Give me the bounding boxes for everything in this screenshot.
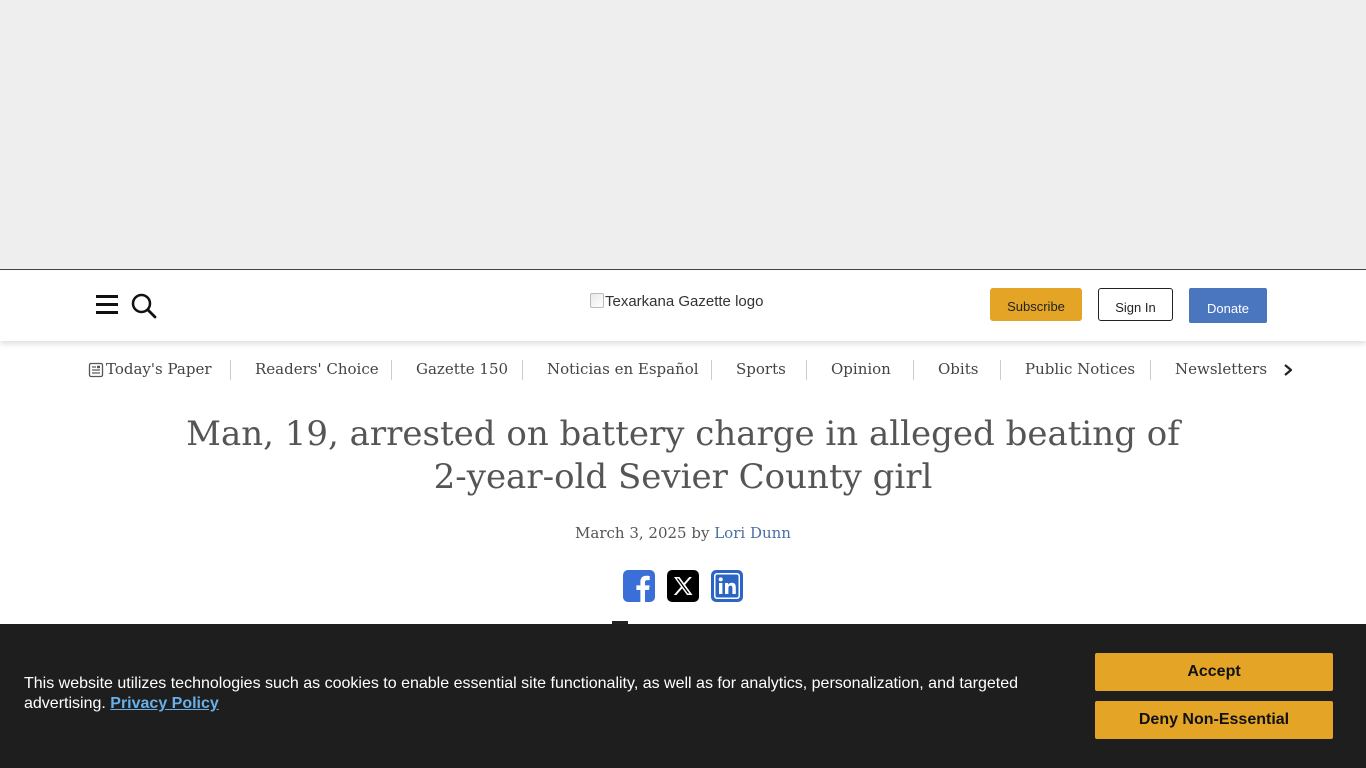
nav-item-sports[interactable]: Sports — [736, 360, 786, 378]
site-logo[interactable]: Texarkana Gazette logo — [590, 293, 763, 310]
section-nav: Today's Paper Readers' Choice Gazette 15… — [0, 350, 1366, 390]
article-headline: Man, 19, arrested on battery charge in a… — [186, 414, 1180, 497]
nav-item-readers-choice[interactable]: Readers' Choice — [255, 360, 379, 378]
cookie-message: This website utilizes technologies such … — [24, 674, 1054, 714]
nav-divider — [391, 360, 392, 380]
accept-cookies-button[interactable]: Accept — [1095, 653, 1333, 691]
nav-item-obits[interactable]: Obits — [938, 360, 978, 378]
nav-divider — [913, 360, 914, 380]
nav-item-gazette-150[interactable]: Gazette 150 — [416, 360, 508, 378]
linkedin-icon[interactable] — [711, 570, 743, 602]
nav-divider — [522, 360, 523, 380]
subscribe-button[interactable]: Subscribe — [990, 288, 1082, 321]
newspaper-icon — [88, 362, 104, 378]
sign-in-button[interactable]: Sign In — [1098, 288, 1173, 321]
byline-by: by — [691, 524, 710, 542]
deny-non-essential-button[interactable]: Deny Non-Essential — [1095, 701, 1333, 739]
facebook-icon[interactable] — [623, 570, 655, 602]
cookie-consent-banner: This website utilizes technologies such … — [0, 624, 1366, 768]
nav-item-todays-paper[interactable]: Today's Paper — [106, 360, 212, 378]
nav-divider — [1000, 360, 1001, 380]
chevron-right-icon[interactable] — [1281, 363, 1295, 377]
x-icon[interactable] — [667, 570, 699, 602]
author-link[interactable]: Lori Dunn — [714, 524, 791, 542]
privacy-policy-link[interactable]: Privacy Policy — [110, 695, 219, 712]
logo-alt-text: Texarkana Gazette logo — [605, 293, 764, 310]
nav-item-noticias[interactable]: Noticias en Español — [547, 360, 699, 378]
broken-image-icon — [590, 293, 604, 308]
nav-divider — [806, 360, 807, 380]
hamburger-menu-icon[interactable] — [96, 295, 118, 315]
advertisement-area — [0, 0, 1366, 270]
nav-divider — [230, 360, 231, 380]
article-byline: March 3, 2025 by Lori Dunn — [0, 524, 1366, 542]
nav-divider — [711, 360, 712, 380]
nav-item-newsletters[interactable]: Newsletters — [1175, 360, 1267, 378]
site-header: Texarkana Gazette logo Subscribe Sign In… — [0, 271, 1366, 341]
publish-date: March 3, 2025 — [575, 524, 687, 542]
search-icon[interactable] — [130, 292, 158, 320]
nav-item-opinion[interactable]: Opinion — [831, 360, 891, 378]
nav-item-public-notices[interactable]: Public Notices — [1025, 360, 1135, 378]
nav-divider — [1150, 360, 1151, 380]
donate-button[interactable]: Donate — [1189, 288, 1267, 323]
